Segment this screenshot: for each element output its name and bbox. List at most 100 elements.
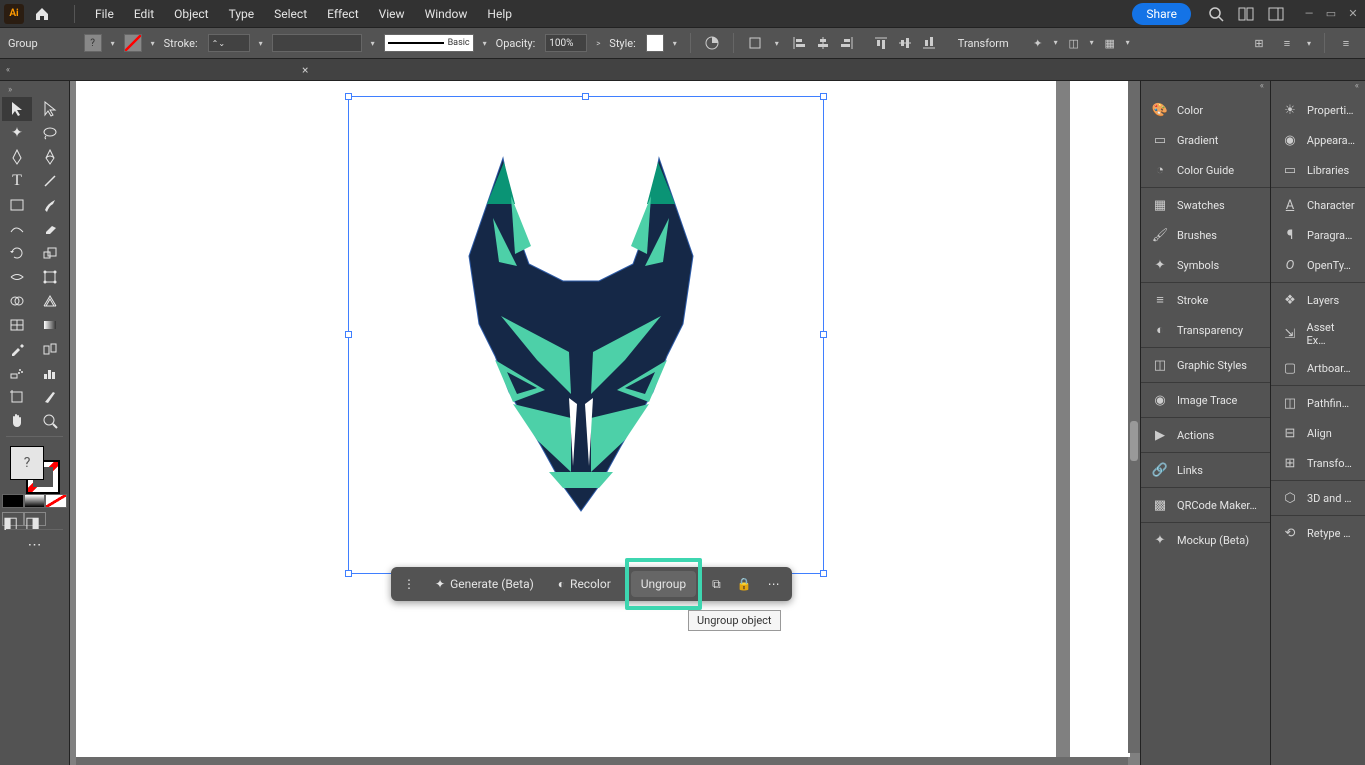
- share-button[interactable]: Share: [1132, 3, 1191, 25]
- magic-wand-tool[interactable]: ✦: [2, 121, 32, 145]
- pathfinder-icon[interactable]: ◫: [1063, 33, 1085, 53]
- align-hcenter-icon[interactable]: [812, 33, 834, 53]
- arrange-icon[interactable]: ≡: [1276, 33, 1298, 53]
- symbol-sprayer-tool[interactable]: [2, 361, 32, 385]
- gradient-tool[interactable]: [35, 313, 65, 337]
- rectangle-tool[interactable]: [2, 193, 32, 217]
- curvature-tool[interactable]: [35, 145, 65, 169]
- vwp-dd[interactable]: ▾: [368, 34, 378, 52]
- tab-expand-icon[interactable]: «: [2, 65, 14, 75]
- panel-align[interactable]: ⊟Align: [1271, 418, 1365, 448]
- menu-effect[interactable]: Effect: [317, 4, 369, 24]
- align-bottom-icon[interactable]: [918, 33, 940, 53]
- panel-color-guide[interactable]: ◔Color Guide: [1141, 155, 1270, 185]
- menu-help[interactable]: Help: [477, 4, 522, 24]
- panel-collapse-icon[interactable]: «: [1141, 81, 1270, 95]
- stroke-swatch[interactable]: [124, 34, 142, 52]
- ctx-more-icon[interactable]: ⋯: [762, 571, 786, 597]
- eraser-tool[interactable]: [35, 217, 65, 241]
- line-segment-tool[interactable]: [35, 169, 65, 193]
- pen-tool[interactable]: [2, 145, 32, 169]
- brush-dd[interactable]: ▾: [480, 34, 490, 52]
- panel-transparency[interactable]: ◐Transparency: [1141, 315, 1270, 345]
- ctx-move-handle[interactable]: ⋮: [397, 571, 421, 597]
- search-icon[interactable]: [1205, 3, 1227, 25]
- stroke-weight-input[interactable]: ⌃⌄: [208, 34, 250, 52]
- home-icon[interactable]: [32, 4, 52, 24]
- panel-links[interactable]: 🔗Links: [1141, 455, 1270, 485]
- panel-libraries[interactable]: ▭Libraries: [1271, 155, 1365, 185]
- tools-collapse-icon[interactable]: »: [2, 85, 67, 95]
- panel-appearance[interactable]: ◉Appeara…: [1271, 125, 1365, 155]
- panel-color[interactable]: 🎨Color: [1141, 95, 1270, 125]
- transform-link[interactable]: Transform: [958, 37, 1009, 50]
- stroke-weight-dd[interactable]: ▾: [256, 34, 266, 52]
- panel-brushes[interactable]: 🖌Brushes: [1141, 220, 1270, 250]
- generate-beta-button[interactable]: ✦ Generate (Beta): [425, 571, 544, 597]
- close-button[interactable]: ✕: [1345, 7, 1361, 21]
- menu-object[interactable]: Object: [164, 4, 218, 24]
- zoom-tool[interactable]: [35, 409, 65, 433]
- align-to-pixel-icon[interactable]: [744, 33, 766, 53]
- panel-pathfinder[interactable]: ◫Pathfin…: [1271, 388, 1365, 418]
- arr-dd[interactable]: ▾: [1304, 34, 1314, 52]
- menu-type[interactable]: Type: [219, 4, 265, 24]
- panel-properties[interactable]: ☀Properti…: [1271, 95, 1365, 125]
- panel-stroke[interactable]: ≡Stroke: [1141, 285, 1270, 315]
- menu-edit[interactable]: Edit: [124, 4, 164, 24]
- artboard-2[interactable]: [1070, 81, 1130, 757]
- opacity-input[interactable]: 100%: [545, 34, 587, 52]
- panel-gradient[interactable]: ▭Gradient: [1141, 125, 1270, 155]
- recolor-button[interactable]: ◐ Recolor: [548, 571, 621, 597]
- envelope-icon[interactable]: ▦: [1099, 33, 1121, 53]
- panel-opentype[interactable]: OOpenTy…: [1271, 250, 1365, 280]
- pixel-dd[interactable]: ▾: [772, 34, 782, 52]
- panel-symbols[interactable]: ✦Symbols: [1141, 250, 1270, 280]
- env-dd[interactable]: ▾: [1123, 33, 1133, 51]
- minimize-button[interactable]: —: [1301, 7, 1317, 21]
- fill-dropdown[interactable]: ▾: [108, 34, 118, 52]
- align-right-icon[interactable]: [836, 33, 858, 53]
- brush-definition[interactable]: Basic: [384, 34, 474, 52]
- panel-collapse-icon-2[interactable]: «: [1271, 81, 1365, 95]
- tab-close-icon[interactable]: ×: [302, 63, 308, 77]
- variable-width-profile[interactable]: [272, 34, 362, 52]
- vertical-scrollbar[interactable]: [1128, 81, 1140, 753]
- blend-tool[interactable]: [35, 337, 65, 361]
- type-tool[interactable]: T: [2, 169, 32, 193]
- menu-window[interactable]: Window: [415, 4, 478, 24]
- artboard-tool[interactable]: [2, 385, 32, 409]
- horizontal-scrollbar[interactable]: [76, 757, 1128, 765]
- screen-mode-row[interactable]: ◧ ◨: [2, 512, 67, 526]
- canvas-area[interactable]: ⋮ ✦ Generate (Beta) ◐ Recolor Ungroup ⧉ …: [70, 81, 1140, 765]
- shape-builder-tool[interactable]: [2, 289, 32, 313]
- menu-select[interactable]: Select: [264, 4, 317, 24]
- arrange-documents-icon[interactable]: [1235, 3, 1257, 25]
- hand-tool[interactable]: [2, 409, 32, 433]
- eyedropper-tool[interactable]: [2, 337, 32, 361]
- style-dd[interactable]: ▾: [670, 34, 680, 52]
- shaper-tool[interactable]: [2, 217, 32, 241]
- workspace-switcher-icon[interactable]: [1265, 3, 1287, 25]
- perspective-grid-tool[interactable]: [35, 289, 65, 313]
- align-top-icon[interactable]: [870, 33, 892, 53]
- align-vcenter-icon[interactable]: [894, 33, 916, 53]
- free-transform-tool[interactable]: [35, 265, 65, 289]
- rotate-tool[interactable]: [2, 241, 32, 265]
- color-mode-row[interactable]: [2, 494, 67, 508]
- ctx-lock-icon[interactable]: 🔒: [731, 571, 758, 597]
- stroke-dropdown[interactable]: ▾: [148, 34, 158, 52]
- panel-artboards[interactable]: ▢Artboar…: [1271, 353, 1365, 383]
- ctx-group-icon[interactable]: ⧉: [706, 571, 727, 597]
- panel-asset-export[interactable]: ⇲Asset Ex…: [1271, 315, 1365, 353]
- column-graph-tool[interactable]: [35, 361, 65, 385]
- selection-tool[interactable]: [2, 97, 32, 121]
- opacity-dd[interactable]: >: [593, 34, 603, 52]
- panel-3d[interactable]: ⬡3D and …: [1271, 483, 1365, 513]
- style-swatch[interactable]: [646, 34, 664, 52]
- panel-actions[interactable]: ▶Actions: [1141, 420, 1270, 450]
- panel-image-trace[interactable]: ◉Image Trace: [1141, 385, 1270, 415]
- panel-qrcode[interactable]: ▩QRCode Maker…: [1141, 490, 1270, 520]
- edit-toolbar-button[interactable]: ⋯: [2, 533, 67, 557]
- pf-dd[interactable]: ▾: [1087, 33, 1097, 51]
